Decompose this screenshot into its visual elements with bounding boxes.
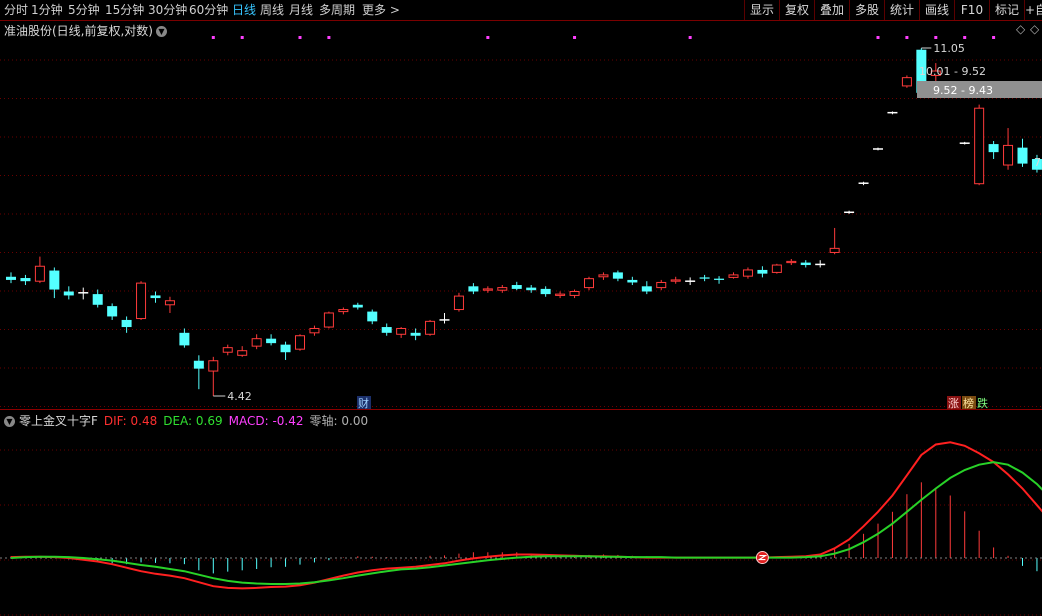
candle-body-up bbox=[34, 265, 45, 282]
signal-marker bbox=[240, 36, 244, 39]
signal-markers bbox=[211, 36, 996, 39]
candle-body-up bbox=[251, 338, 262, 347]
candle-body-down bbox=[352, 304, 363, 308]
candle-body-down bbox=[800, 262, 811, 266]
signal-marker bbox=[573, 36, 577, 39]
signal-marker bbox=[876, 36, 880, 39]
candle-body-down bbox=[6, 276, 16, 280]
signal-marker bbox=[327, 36, 331, 39]
candle-body-up bbox=[656, 281, 667, 289]
low-price-annotation: 4.42 bbox=[213, 390, 252, 403]
candle-body-up bbox=[453, 295, 464, 311]
candle-body-up bbox=[555, 293, 566, 296]
signal-marker bbox=[688, 36, 692, 39]
die-badge[interactable]: 跌 bbox=[977, 396, 988, 410]
candle-body-up bbox=[237, 350, 248, 356]
candle-body-down bbox=[699, 277, 710, 279]
candle-body-down bbox=[410, 332, 421, 336]
low-price-label: 4.42 bbox=[227, 390, 252, 403]
candle-body-down bbox=[92, 294, 103, 305]
candle-body-up bbox=[396, 327, 407, 335]
signal-marker bbox=[486, 36, 490, 39]
golden-cross-marker-icon[interactable] bbox=[755, 551, 769, 565]
candle-body-down bbox=[612, 272, 623, 279]
candle-body-down bbox=[107, 306, 118, 317]
kline-chart[interactable]: 4.42 11.05 10.01 - 9.52 9.52 - 9.43 7 财 … bbox=[0, 0, 1042, 616]
chevron-down-icon[interactable]: ▼ bbox=[4, 416, 15, 427]
candle-body-down bbox=[381, 327, 392, 333]
candle-body-down bbox=[367, 311, 378, 322]
candle-body-up bbox=[771, 264, 782, 273]
indicator-title-bar: ▼ 零上金叉十字F DIF: 0.48 DEA: 0.69 MACD: -0.42 零轴:… bbox=[4, 412, 374, 429]
high-price-label: 11.05 bbox=[933, 42, 965, 55]
candle-body-down bbox=[20, 278, 31, 282]
candle-body-down bbox=[526, 287, 537, 291]
bang-badge[interactable]: 榜 bbox=[963, 396, 974, 410]
candle-body-down bbox=[63, 291, 74, 296]
range-label-2: 9.52 - 9.43 bbox=[933, 84, 993, 97]
candle-body-down bbox=[540, 288, 551, 295]
candle-body-down bbox=[150, 295, 161, 299]
signal-marker bbox=[298, 36, 302, 39]
candle-body-up bbox=[323, 312, 334, 328]
high-price-annotation: 11.05 bbox=[921, 42, 965, 55]
candle-body-down bbox=[714, 278, 725, 280]
candle-body-up bbox=[164, 300, 175, 306]
zhang-badge[interactable]: 涨 bbox=[948, 397, 959, 410]
candle-body-up bbox=[598, 274, 609, 278]
finance-badge[interactable]: 财 bbox=[358, 396, 369, 410]
signal-marker bbox=[934, 36, 938, 39]
signal-marker bbox=[905, 36, 909, 39]
candle-body-down bbox=[468, 286, 479, 292]
candle-body-down bbox=[266, 338, 277, 344]
candle-body-up bbox=[742, 269, 753, 277]
candle-body-down bbox=[49, 270, 60, 290]
candle-body-up bbox=[309, 327, 320, 334]
candle-body-up bbox=[829, 247, 840, 253]
candle-body-down bbox=[280, 344, 291, 353]
dif-value: DIF: 0.48 bbox=[103, 414, 158, 428]
candle-body-up bbox=[974, 107, 985, 185]
candle-body-up bbox=[786, 260, 797, 264]
candle-body-down bbox=[641, 286, 652, 292]
candle-body-up bbox=[295, 335, 305, 350]
candle-body-down bbox=[179, 332, 190, 346]
candle-body-up bbox=[901, 77, 912, 87]
zero-axis-value: 零轴: 0.00 bbox=[309, 414, 369, 428]
candle-body-up bbox=[670, 279, 681, 282]
candle-body-down bbox=[511, 285, 522, 289]
candle-body-down bbox=[121, 319, 132, 328]
macd-histogram bbox=[10, 482, 1038, 574]
dea-value: DEA: 0.69 bbox=[163, 414, 223, 428]
candle-body-up bbox=[569, 290, 580, 296]
candle-body-up bbox=[497, 287, 508, 291]
candle-body-up bbox=[338, 309, 349, 313]
indicator-name[interactable]: 零上金叉十字F bbox=[19, 414, 98, 428]
candle-body-up bbox=[584, 278, 594, 289]
candle-body-up bbox=[136, 282, 147, 320]
price-grid bbox=[0, 59, 1042, 616]
candlestick-series bbox=[6, 48, 1042, 396]
candle-body-up bbox=[208, 360, 219, 372]
signal-marker bbox=[211, 36, 215, 39]
candle-body-up bbox=[222, 347, 233, 353]
dea-line bbox=[10, 461, 1042, 585]
candle-body-down bbox=[1017, 147, 1028, 164]
candle-body-down bbox=[193, 360, 204, 369]
candle-body-down bbox=[757, 269, 768, 274]
signal-marker bbox=[992, 36, 996, 39]
dif-line bbox=[10, 441, 1042, 590]
range-label-1: 10.01 - 9.52 bbox=[919, 65, 986, 78]
candle-body-down bbox=[627, 279, 638, 283]
edge-price-label: 7 bbox=[1034, 156, 1041, 169]
macd-value: MACD: -0.42 bbox=[228, 414, 304, 428]
candle-body-up bbox=[728, 274, 739, 278]
candle-body-down bbox=[988, 144, 999, 153]
candle-body-up bbox=[1003, 144, 1014, 166]
candle-body-up bbox=[425, 320, 436, 335]
signal-marker bbox=[963, 36, 967, 39]
candle-body-up bbox=[482, 288, 493, 291]
